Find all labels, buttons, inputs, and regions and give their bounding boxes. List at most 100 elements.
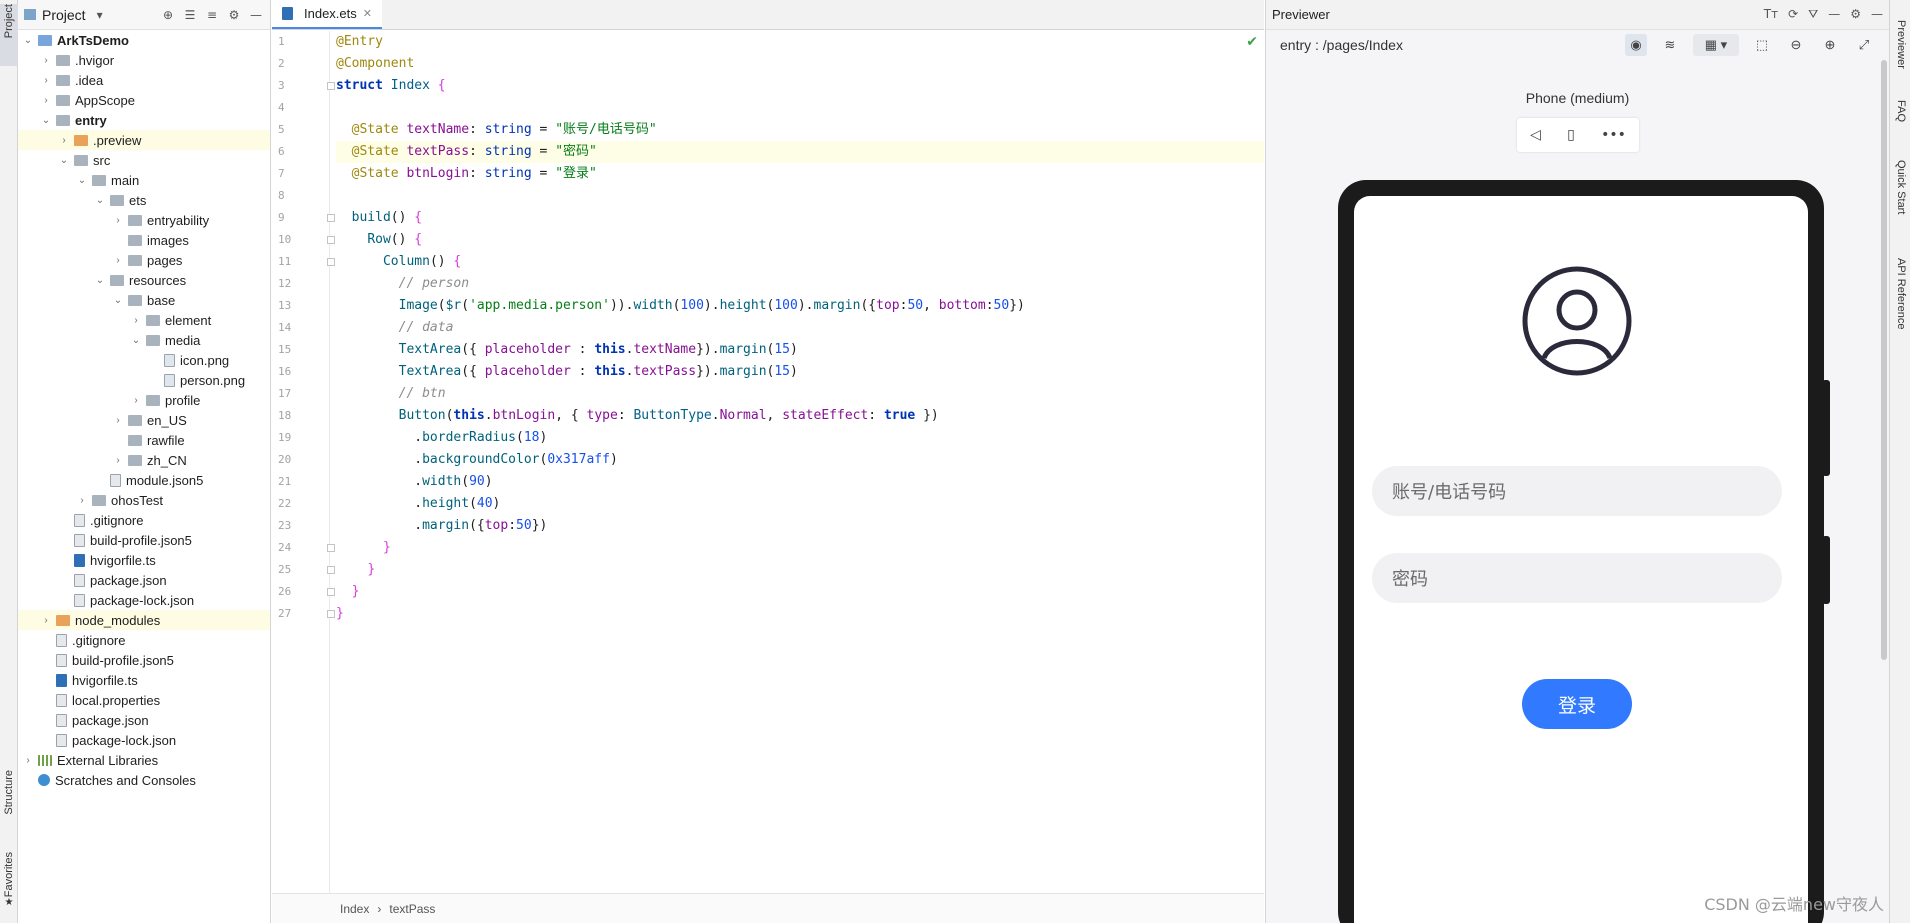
project-panel-title[interactable]: Project <box>42 7 86 23</box>
code-line[interactable]: .width(90) <box>336 471 1264 493</box>
minimize-icon[interactable]: — <box>248 7 264 23</box>
tab-index-ets[interactable]: Index.ets ✕ <box>272 0 382 29</box>
chevron-down-icon[interactable]: ⌄ <box>22 34 34 46</box>
tree-item[interactable]: icon.png <box>18 350 270 370</box>
tree-item[interactable]: ⌄ ArkTsDemo <box>18 30 270 50</box>
project-tool-tab[interactable]: Project <box>0 4 18 66</box>
faq-tool-tab[interactable]: FAQ <box>1892 100 1910 122</box>
tree-item[interactable]: build-profile.json5 <box>18 650 270 670</box>
collapse-all-icon[interactable]: ≡ <box>204 7 220 23</box>
tree-item[interactable]: person.png <box>18 370 270 390</box>
code-line[interactable]: .backgroundColor(0x317aff) <box>336 449 1264 471</box>
chevron-down-icon[interactable]: ⌄ <box>112 294 124 306</box>
tree-item[interactable]: hvigorfile.ts <box>18 550 270 570</box>
password-textarea[interactable]: 密码 <box>1372 553 1782 603</box>
fold-marker-icon[interactable] <box>327 258 335 266</box>
zoom-in-icon[interactable]: ⊕ <box>1819 34 1841 56</box>
chevron-right-icon[interactable]: › <box>40 74 52 86</box>
chevron-down-icon[interactable]: ⌄ <box>40 114 52 126</box>
chevron-down-icon[interactable]: ⌄ <box>76 174 88 186</box>
chevron-down-icon[interactable]: ⌄ <box>130 334 142 346</box>
code-line[interactable]: @State textPass: string = "密码" <box>336 141 1264 163</box>
back-icon[interactable]: ◁ <box>1530 127 1541 143</box>
tree-item[interactable]: local.properties <box>18 690 270 710</box>
breadcrumb-item[interactable]: textPass <box>389 902 435 916</box>
code-line[interactable]: Column() { <box>336 251 1264 273</box>
code-line[interactable]: // btn <box>336 383 1264 405</box>
fold-marker-icon[interactable] <box>327 236 335 244</box>
code-line[interactable]: } <box>336 559 1264 581</box>
tree-item[interactable]: ⌄ media <box>18 330 270 350</box>
chevron-down-icon[interactable]: ⌄ <box>58 154 70 166</box>
fold-marker-icon[interactable] <box>327 544 335 552</box>
code-line[interactable]: } <box>336 581 1264 603</box>
more-icon[interactable]: ••• <box>1601 127 1626 143</box>
tree-item[interactable]: ⌄ src <box>18 150 270 170</box>
tree-item[interactable]: package-lock.json <box>18 590 270 610</box>
fullscreen-icon[interactable]: ⤢ <box>1853 34 1875 56</box>
previewer-scrollbar[interactable] <box>1881 60 1887 660</box>
fit-screen-icon[interactable]: ⬚ <box>1751 34 1773 56</box>
tree-item[interactable]: › ohosTest <box>18 490 270 510</box>
minimize-icon[interactable]: — <box>1828 7 1840 22</box>
refresh-icon[interactable]: ⟳ <box>1788 7 1798 22</box>
code-line[interactable]: Row() { <box>336 229 1264 251</box>
multi-device-icon[interactable]: ▦ ▾ <box>1693 34 1739 56</box>
code-line[interactable]: Image($r('app.media.person')).width(100)… <box>336 295 1264 317</box>
chevron-right-icon[interactable]: › <box>112 254 124 266</box>
code-line[interactable]: .margin({top:50}) <box>336 515 1264 537</box>
tree-item[interactable]: ⌄ resources <box>18 270 270 290</box>
chevron-right-icon[interactable]: › <box>40 614 52 626</box>
fold-marker-icon[interactable] <box>327 566 335 574</box>
login-button[interactable]: 登录 <box>1522 679 1632 729</box>
code-line[interactable]: build() { <box>336 207 1264 229</box>
structure-tool-tab[interactable]: Structure <box>0 770 18 840</box>
tree-item[interactable]: › .hvigor <box>18 50 270 70</box>
clean-icon[interactable]: ⛛ <box>1808 7 1818 22</box>
code-area[interactable]: @Entry @Component struct Index { @State te… <box>336 31 1264 893</box>
layers-icon[interactable]: ≋ <box>1659 34 1681 56</box>
fold-marker-icon[interactable] <box>327 610 335 618</box>
tree-item[interactable]: hvigorfile.ts <box>18 670 270 690</box>
chevron-down-icon[interactable]: ⌄ <box>94 274 106 286</box>
tree-item[interactable]: .gitignore <box>18 510 270 530</box>
code-line[interactable]: } <box>336 603 1264 625</box>
tree-item[interactable]: › .idea <box>18 70 270 90</box>
chevron-right-icon[interactable]: › <box>22 754 34 766</box>
chevron-right-icon[interactable]: › <box>76 494 88 506</box>
gear-icon[interactable]: ⚙ <box>1850 7 1861 22</box>
expand-all-icon[interactable]: ☰ <box>182 7 198 23</box>
chevron-right-icon[interactable]: › <box>58 134 70 146</box>
tree-item[interactable]: ⌄ main <box>18 170 270 190</box>
code-line[interactable]: .height(40) <box>336 493 1264 515</box>
fold-marker-icon[interactable] <box>327 82 335 90</box>
code-line[interactable]: // data <box>336 317 1264 339</box>
tree-item[interactable]: ⌄ base <box>18 290 270 310</box>
hide-icon[interactable]: — <box>1871 7 1883 22</box>
account-textarea[interactable]: 账号/电话号码 <box>1372 466 1782 516</box>
tree-item[interactable]: › AppScope <box>18 90 270 110</box>
fold-marker-icon[interactable] <box>327 588 335 596</box>
code-line[interactable]: @State btnLogin: string = "登录" <box>336 163 1264 185</box>
chevron-down-icon[interactable]: ▾ <box>92 7 108 23</box>
chevron-right-icon[interactable]: › <box>40 54 52 66</box>
tree-item[interactable]: ⌄ ets <box>18 190 270 210</box>
previewer-tool-tab[interactable]: Previewer <box>1892 20 1910 69</box>
tree-item[interactable]: › pages <box>18 250 270 270</box>
chevron-right-icon[interactable]: › <box>130 394 142 406</box>
tree-item[interactable]: .gitignore <box>18 630 270 650</box>
locate-icon[interactable]: ⊕ <box>160 7 176 23</box>
tree-item[interactable]: ⌄ entry <box>18 110 270 130</box>
chevron-right-icon[interactable]: › <box>112 454 124 466</box>
tree-item[interactable]: package.json <box>18 570 270 590</box>
api-reference-tool-tab[interactable]: API Reference <box>1892 258 1910 330</box>
code-line[interactable]: @Entry <box>336 31 1264 53</box>
quickstart-tool-tab[interactable]: Quick Start <box>1892 160 1910 214</box>
gear-icon[interactable]: ⚙ <box>226 7 242 23</box>
chevron-right-icon[interactable]: › <box>130 314 142 326</box>
tree-item[interactable]: build-profile.json5 <box>18 530 270 550</box>
font-size-icon[interactable]: Tт <box>1764 7 1778 22</box>
code-line[interactable]: // person <box>336 273 1264 295</box>
code-line[interactable]: @Component <box>336 53 1264 75</box>
favorites-tool-tab[interactable]: Favorites ★ <box>0 852 18 920</box>
